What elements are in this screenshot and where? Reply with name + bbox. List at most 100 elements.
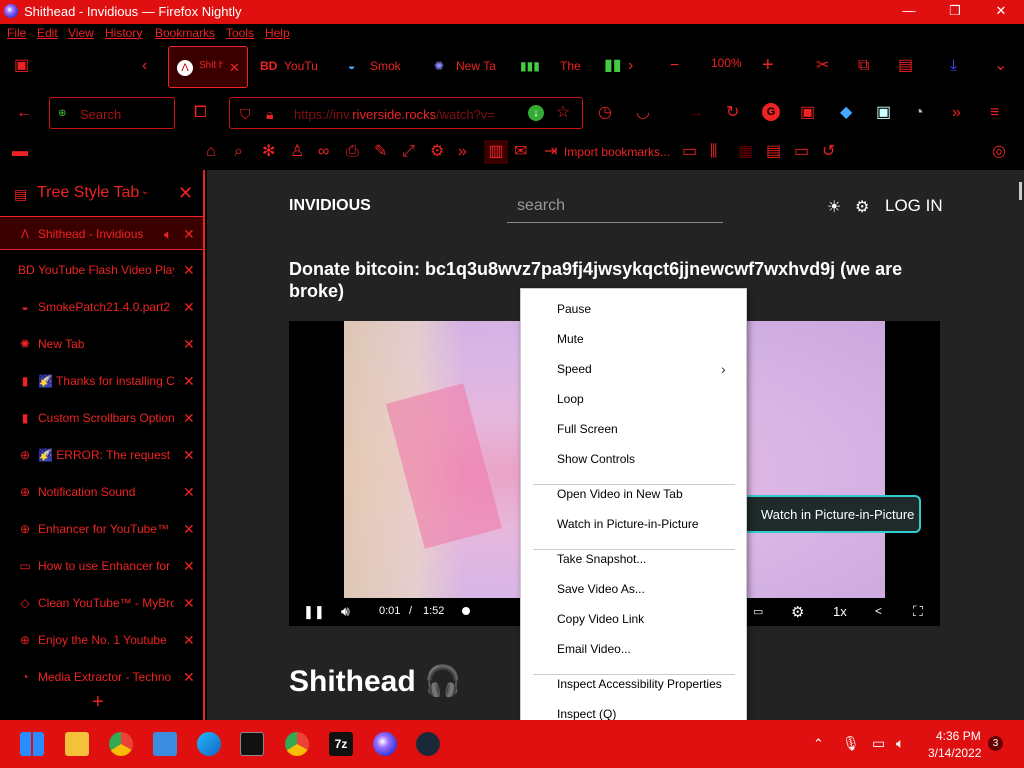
close-icon[interactable]: ✕ — [183, 336, 195, 353]
zoom-level[interactable]: 100% — [711, 56, 742, 70]
menu-item[interactable]: Take Snapshot... — [557, 552, 646, 568]
reload-icon[interactable]: ↻ — [726, 105, 739, 121]
tab-newtab[interactable]: ✺ New Ta — [434, 46, 514, 88]
menu-file[interactable]: File — [7, 26, 26, 40]
download-icon[interactable]: ⤓ — [950, 58, 957, 74]
firefox-nightly-icon[interactable] — [373, 732, 397, 756]
restore-icon[interactable]: ↺ — [822, 144, 835, 160]
close-icon[interactable]: ✕ — [183, 632, 195, 649]
menu-item[interactable]: Save Video As... — [557, 582, 645, 598]
zoom-in-icon[interactable]: + — [762, 55, 774, 75]
mask-icon[interactable]: ∞ — [318, 144, 329, 160]
menu-help[interactable]: Help — [265, 26, 290, 40]
tab-youtube[interactable]: BD YouTu — [260, 46, 340, 88]
close-icon[interactable]: ✕ — [183, 299, 195, 316]
volume-icon[interactable]: 🔊︎ — [341, 603, 350, 620]
puzzle-icon[interactable]: ♙ — [290, 144, 304, 160]
circle-icon[interactable]: ◔ — [914, 105, 924, 121]
resize-icon[interactable]: ⤢ — [402, 144, 415, 160]
copy-icon[interactable]: ⧉ — [858, 58, 869, 74]
scrollbar[interactable] — [1015, 170, 1024, 720]
steam-icon[interactable] — [416, 732, 440, 756]
menu-item[interactable]: Copy Video Link — [557, 612, 644, 628]
gear-icon[interactable]: ⚙ — [791, 603, 804, 621]
speed-button[interactable]: 1x — [833, 604, 847, 619]
chevron-up-icon[interactable]: ⌃ — [813, 736, 824, 752]
tab-smoke[interactable]: ◒ Smok — [348, 46, 428, 88]
pause-icon[interactable]: ❚❚ — [303, 604, 325, 620]
save-icon[interactable]: ▣ — [876, 105, 891, 121]
close-icon[interactable]: ✕ — [183, 558, 195, 575]
tab-shithead[interactable]: Λ Shit hea ✕ — [168, 46, 248, 88]
overflow-icon[interactable]: » — [952, 105, 961, 121]
seek-handle[interactable] — [462, 607, 470, 615]
menu-item[interactable]: Email Video... — [557, 642, 631, 658]
star-icon[interactable]: ☆ — [556, 105, 570, 121]
close-icon[interactable]: ✕ — [183, 669, 195, 686]
library-icon[interactable]: ⫼ — [710, 144, 717, 160]
sidebar-item[interactable]: ✺ New Tab ✕ — [0, 327, 203, 361]
menu-item[interactable]: Mute — [557, 332, 584, 348]
menu-tools[interactable]: Tools — [226, 26, 254, 40]
login-link[interactable]: LOG IN — [885, 196, 943, 216]
url-text[interactable]: https://inv.riverside.rocks/watch?v= — [294, 107, 514, 122]
window-icon[interactable]: ▭ — [682, 144, 697, 160]
chevron-down-icon[interactable]: ⌄ — [141, 186, 149, 197]
folder-icon[interactable]: ▤ — [766, 144, 781, 160]
forward-icon[interactable]: → — [688, 105, 704, 121]
chrome-icon[interactable] — [285, 732, 309, 756]
clock-date[interactable]: 3/14/2022 — [928, 746, 981, 760]
download-arrow-icon[interactable]: ↓ — [528, 105, 544, 121]
home-icon[interactable]: ⌂ — [206, 144, 216, 160]
menu-item[interactable]: Speed — [557, 362, 592, 378]
sidebar-icon[interactable]: ▥ — [484, 140, 508, 164]
import-icon[interactable]: ⇥ — [544, 144, 557, 160]
chevron-left-icon[interactable]: ‹ — [142, 58, 147, 74]
menu-item[interactable]: Loop — [557, 392, 584, 408]
microphone-icon[interactable]: 🎙︎ — [842, 735, 860, 752]
menu-item[interactable]: Watch in Picture-in-Picture — [557, 517, 699, 533]
pocket-icon[interactable]: ◡ — [636, 105, 650, 121]
import-bookmarks-link[interactable]: Import bookmarks... — [564, 145, 670, 159]
print-icon[interactable]: ⎙ — [346, 144, 359, 160]
account-icon[interactable]: ◎ — [992, 144, 1006, 160]
file-explorer-icon[interactable] — [65, 732, 89, 756]
menu-view[interactable]: View — [68, 26, 94, 40]
sidebar-item[interactable]: ▮ 🌠 Thanks for installing C ✕ — [0, 364, 203, 398]
history-icon[interactable]: ◷ — [598, 105, 612, 121]
sidebar-item[interactable]: ⊕ Notification Sound ✕ — [0, 475, 203, 509]
close-icon[interactable]: ✕ — [183, 262, 195, 279]
mail-icon[interactable]: ✉ — [514, 144, 527, 160]
folder-icon[interactable]: ▣ — [14, 58, 29, 74]
edge-icon[interactable] — [197, 732, 221, 756]
invidious-logo[interactable]: INVIDIOUS — [289, 197, 371, 215]
close-icon[interactable]: ✕ — [183, 410, 195, 427]
zoom-out-icon[interactable]: − — [670, 58, 679, 74]
settings-icon[interactable]: ⚙ — [855, 197, 869, 217]
chevron-down-icon[interactable]: ⌄ — [994, 58, 1007, 74]
close-icon[interactable]: ✕ — [183, 226, 195, 243]
customize-icon[interactable]: ✻ — [262, 144, 275, 160]
paste-icon[interactable]: ▤ — [898, 58, 913, 74]
sidebar-item[interactable]: ⊕ Enhancer for YouTube™ ✕ — [0, 512, 203, 546]
terminal-icon[interactable] — [240, 732, 264, 756]
cut-icon[interactable]: ✂ — [816, 58, 829, 74]
speaker-icon[interactable]: 🔈︎ — [164, 226, 172, 243]
page-search-input[interactable]: search — [507, 193, 723, 223]
wrench-icon[interactable]: ✎ — [374, 144, 387, 160]
captions-icon[interactable]: ▭ — [753, 605, 763, 618]
stripes-icon[interactable]: ▮▮ — [604, 58, 622, 74]
sidebar-item[interactable]: ⊕ Enjoy the No. 1 Youtube ✕ — [0, 623, 203, 657]
close-icon[interactable]: ✕ — [183, 447, 195, 464]
share-icon[interactable]: < — [875, 604, 882, 618]
menu-icon[interactable]: ≡ — [990, 105, 999, 121]
close-icon[interactable]: ✕ — [183, 373, 195, 390]
sidebar-item[interactable]: ◒ SmokePatch21.4.0.part2 ✕ — [0, 290, 203, 324]
7zip-icon[interactable]: 7z — [329, 732, 353, 756]
speaker-icon[interactable]: 🔈︎ — [896, 735, 904, 752]
menu-item[interactable]: Show Controls — [557, 452, 635, 468]
g-icon[interactable]: G — [762, 103, 780, 121]
close-icon[interactable]: ✕ — [178, 184, 193, 202]
overflow-icon[interactable]: » — [458, 144, 467, 160]
menu-item[interactable]: Open Video in New Tab — [557, 487, 683, 503]
